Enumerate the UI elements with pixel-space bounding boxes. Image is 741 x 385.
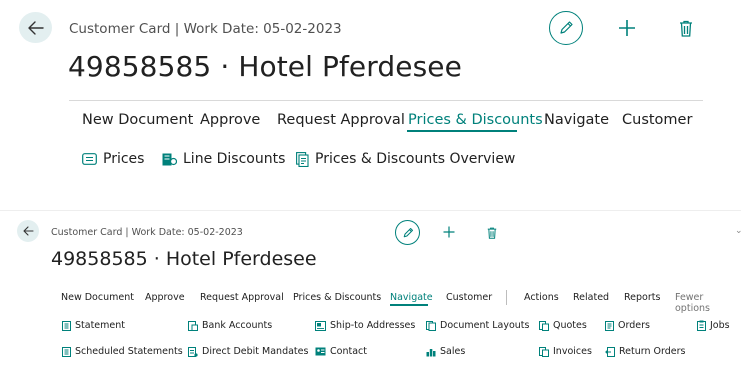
action-orders[interactable]: Orders bbox=[605, 320, 650, 331]
action-label: Sales bbox=[440, 346, 466, 357]
edit-button[interactable] bbox=[395, 220, 420, 245]
action-contact[interactable]: Contact bbox=[315, 346, 367, 357]
action-label: Line Discounts bbox=[183, 151, 286, 167]
action-line-discounts[interactable]: Line Discounts bbox=[162, 151, 285, 167]
chevron-down-icon[interactable]: ⌄ bbox=[735, 226, 741, 236]
divider bbox=[69, 100, 703, 101]
menu-navigate[interactable]: Navigate bbox=[544, 112, 609, 128]
delete-button[interactable] bbox=[676, 16, 696, 40]
action-quotes[interactable]: Quotes bbox=[539, 320, 587, 331]
menu-new-document[interactable]: New Document bbox=[61, 292, 134, 303]
action-label: Quotes bbox=[553, 320, 587, 331]
action-label: Document Layouts bbox=[440, 320, 530, 331]
quote-icon bbox=[539, 320, 549, 331]
menu-prices-discounts[interactable]: Prices & Discounts bbox=[293, 292, 381, 303]
menu-customer[interactable]: Customer bbox=[446, 292, 492, 303]
action-statement[interactable]: Statement bbox=[62, 320, 125, 331]
action-label: Orders bbox=[618, 320, 650, 331]
ship-to-address-icon bbox=[315, 320, 326, 331]
action-label: Prices & Discounts Overview bbox=[315, 151, 516, 167]
order-icon bbox=[605, 320, 614, 331]
trash-icon bbox=[487, 227, 497, 239]
return-order-icon bbox=[605, 346, 615, 357]
line-discount-icon bbox=[162, 153, 177, 165]
menu-fewer-options[interactable]: Fewer options bbox=[675, 292, 741, 314]
action-label: Contact bbox=[330, 346, 367, 357]
menu-approve[interactable]: Approve bbox=[145, 292, 185, 303]
statement-icon bbox=[62, 320, 71, 331]
action-label: Prices bbox=[103, 151, 145, 167]
action-prices-discounts-overview[interactable]: Prices & Discounts Overview bbox=[296, 151, 515, 167]
active-tab-indicator bbox=[407, 130, 517, 132]
menu-approve[interactable]: Approve bbox=[200, 112, 260, 128]
back-arrow-icon bbox=[22, 226, 34, 236]
action-sales[interactable]: Sales bbox=[426, 346, 465, 357]
menu-new-document[interactable]: New Document bbox=[82, 112, 193, 128]
context-breadcrumb: Customer Card | Work Date: 05-02-2023 bbox=[69, 21, 342, 37]
contact-card-icon bbox=[315, 347, 326, 356]
context-breadcrumb: Customer Card | Work Date: 05-02-2023 bbox=[51, 227, 243, 238]
menu-reports[interactable]: Reports bbox=[624, 292, 660, 303]
back-button[interactable] bbox=[19, 12, 52, 43]
active-tab-indicator bbox=[390, 304, 428, 306]
price-tag-icon bbox=[82, 153, 97, 165]
action-label: Ship-to Addresses bbox=[330, 320, 416, 331]
pencil-icon bbox=[560, 21, 573, 34]
delete-button[interactable] bbox=[486, 225, 498, 240]
action-document-layouts[interactable]: Document Layouts bbox=[426, 320, 529, 331]
action-return-orders[interactable]: Return Orders bbox=[605, 346, 686, 357]
action-bank-accounts[interactable]: Bank Accounts bbox=[188, 320, 272, 331]
document-layout-icon bbox=[426, 320, 436, 331]
action-label: Jobs bbox=[710, 320, 730, 331]
page-title: 49858585 · Hotel Pferdesee bbox=[51, 248, 317, 270]
back-button[interactable] bbox=[17, 220, 39, 242]
action-scheduled-statements[interactable]: Scheduled Statements bbox=[62, 346, 183, 357]
sales-chart-icon bbox=[426, 348, 436, 356]
page-title: 49858585 · Hotel Pferdesee bbox=[68, 50, 462, 83]
action-label: Bank Accounts bbox=[202, 320, 273, 331]
action-label: Invoices bbox=[553, 346, 592, 357]
back-arrow-icon bbox=[27, 20, 44, 35]
plus-icon bbox=[619, 20, 635, 36]
menu-navigate[interactable]: Navigate bbox=[390, 292, 433, 303]
pencil-icon bbox=[403, 227, 413, 237]
trash-icon bbox=[680, 20, 692, 37]
menu-related[interactable]: Related bbox=[573, 292, 609, 303]
direct-debit-icon bbox=[188, 346, 198, 357]
job-clipboard-icon bbox=[697, 320, 706, 331]
action-label: Statement bbox=[75, 320, 125, 331]
action-ship-to-addresses[interactable]: Ship-to Addresses bbox=[315, 320, 415, 331]
panel-separator bbox=[0, 210, 741, 211]
plus-icon bbox=[443, 226, 455, 238]
menu-prices-discounts[interactable]: Prices & Discounts bbox=[408, 112, 543, 128]
menu-customer[interactable]: Customer bbox=[622, 112, 692, 128]
action-label: Direct Debit Mandates bbox=[202, 346, 309, 357]
action-jobs[interactable]: Jobs bbox=[697, 320, 730, 331]
bank-account-icon bbox=[188, 320, 198, 331]
invoice-icon bbox=[539, 346, 549, 357]
edit-button[interactable] bbox=[549, 11, 583, 45]
action-invoices[interactable]: Invoices bbox=[539, 346, 592, 357]
action-label: Return Orders bbox=[619, 346, 686, 357]
menu-request-approval[interactable]: Request Approval bbox=[277, 112, 405, 128]
menu-request-approval[interactable]: Request Approval bbox=[200, 292, 284, 303]
new-button[interactable] bbox=[615, 16, 639, 40]
action-prices[interactable]: Prices bbox=[82, 151, 144, 167]
menu-actions[interactable]: Actions bbox=[524, 292, 559, 303]
overview-document-icon bbox=[296, 151, 309, 167]
action-label: Scheduled Statements bbox=[75, 346, 183, 357]
new-button[interactable] bbox=[442, 225, 456, 239]
menu-divider bbox=[506, 290, 507, 305]
action-direct-debit-mandates[interactable]: Direct Debit Mandates bbox=[188, 346, 308, 357]
scheduled-statement-icon bbox=[62, 346, 71, 357]
